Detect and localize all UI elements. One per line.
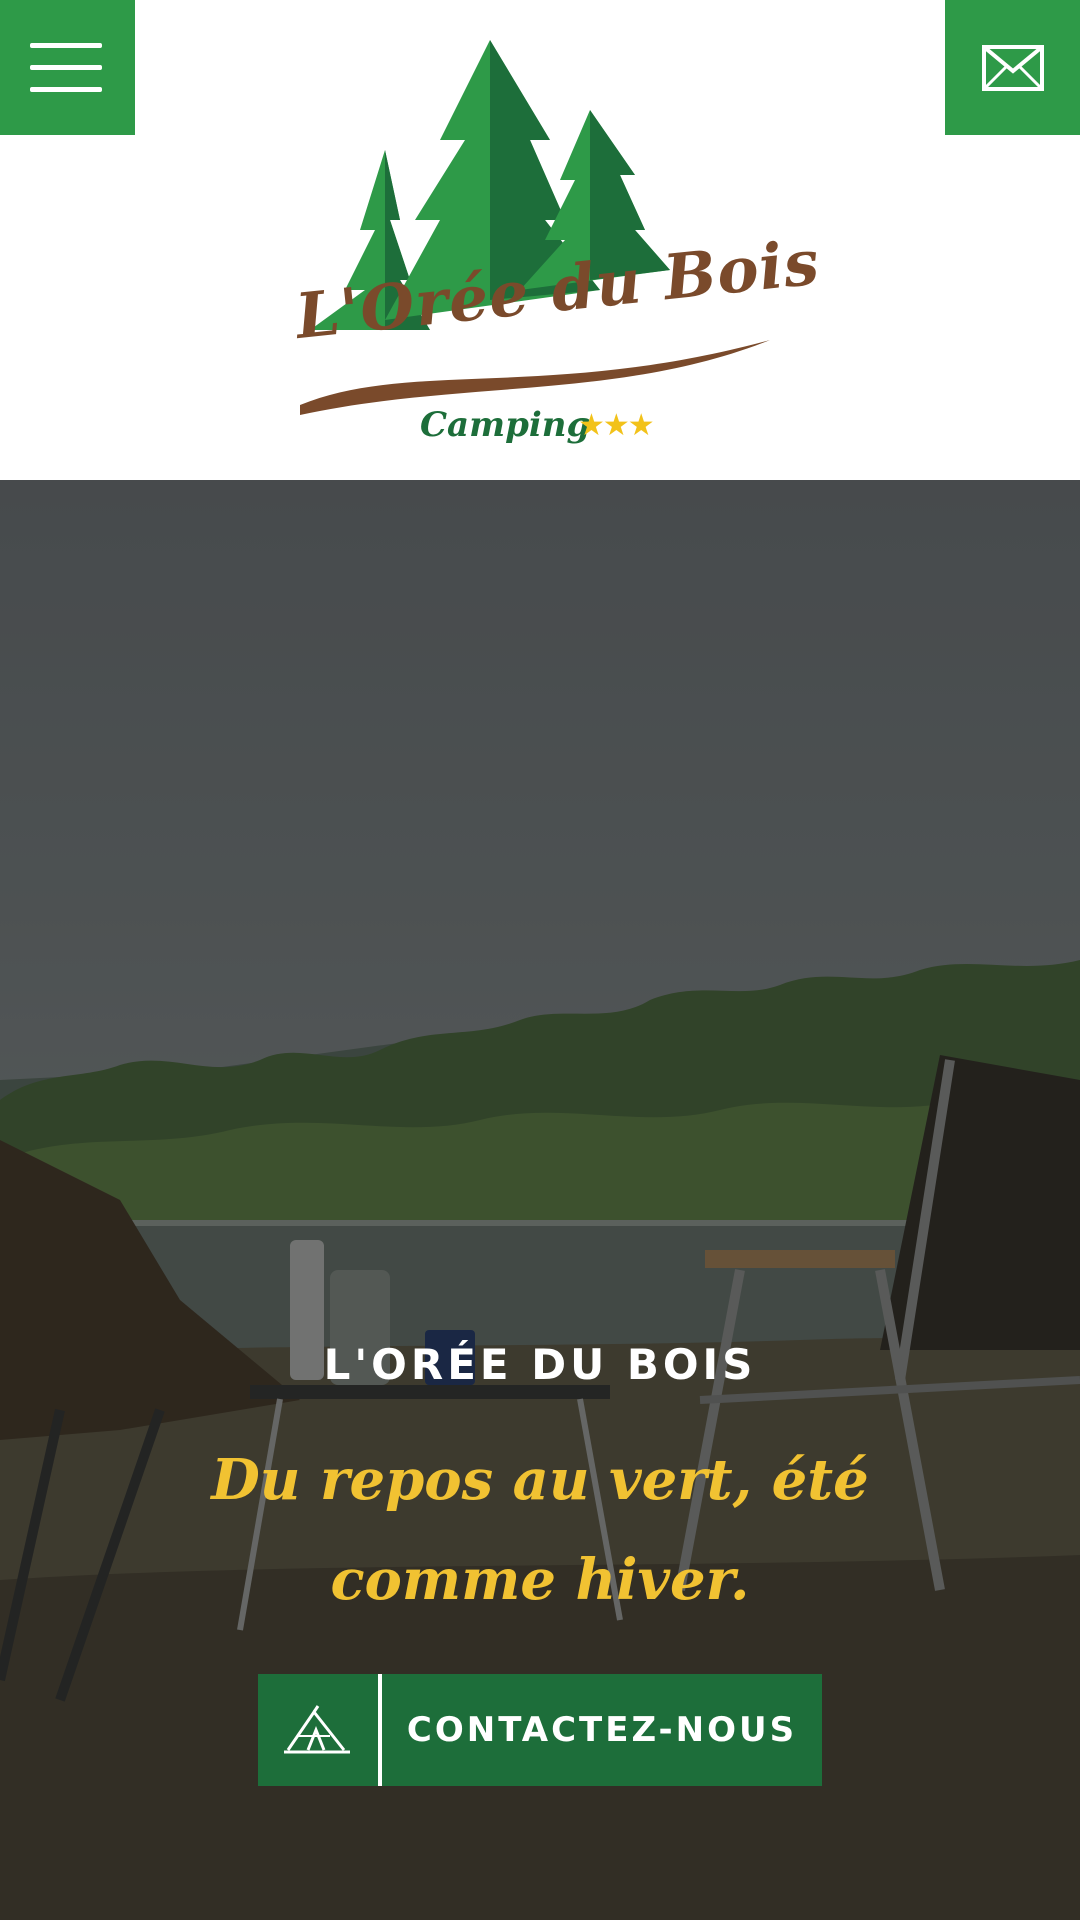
cta-icon-box — [258, 1674, 382, 1786]
envelope-icon — [982, 45, 1044, 91]
contact-us-label: CONTACTEZ-NOUS — [406, 1710, 798, 1750]
hero-section: L'ORÉE DU BOIS Du repos au vert, été com… — [0, 480, 1080, 1920]
contact-mail-button[interactable] — [945, 0, 1080, 135]
logo-stars: ★★★ — [578, 409, 655, 442]
menu-button[interactable] — [0, 0, 135, 135]
site-header: L'Orée du Bois Camping ★★★ — [0, 0, 1080, 480]
hero-title: L'ORÉE DU BOIS — [323, 1340, 757, 1389]
hero-tagline: Du repos au vert, été comme hiver. — [211, 1447, 869, 1613]
logo-subtitle: Camping — [420, 405, 591, 445]
contact-us-button[interactable]: CONTACTEZ-NOUS — [258, 1674, 822, 1786]
tent-icon — [284, 1705, 350, 1754]
